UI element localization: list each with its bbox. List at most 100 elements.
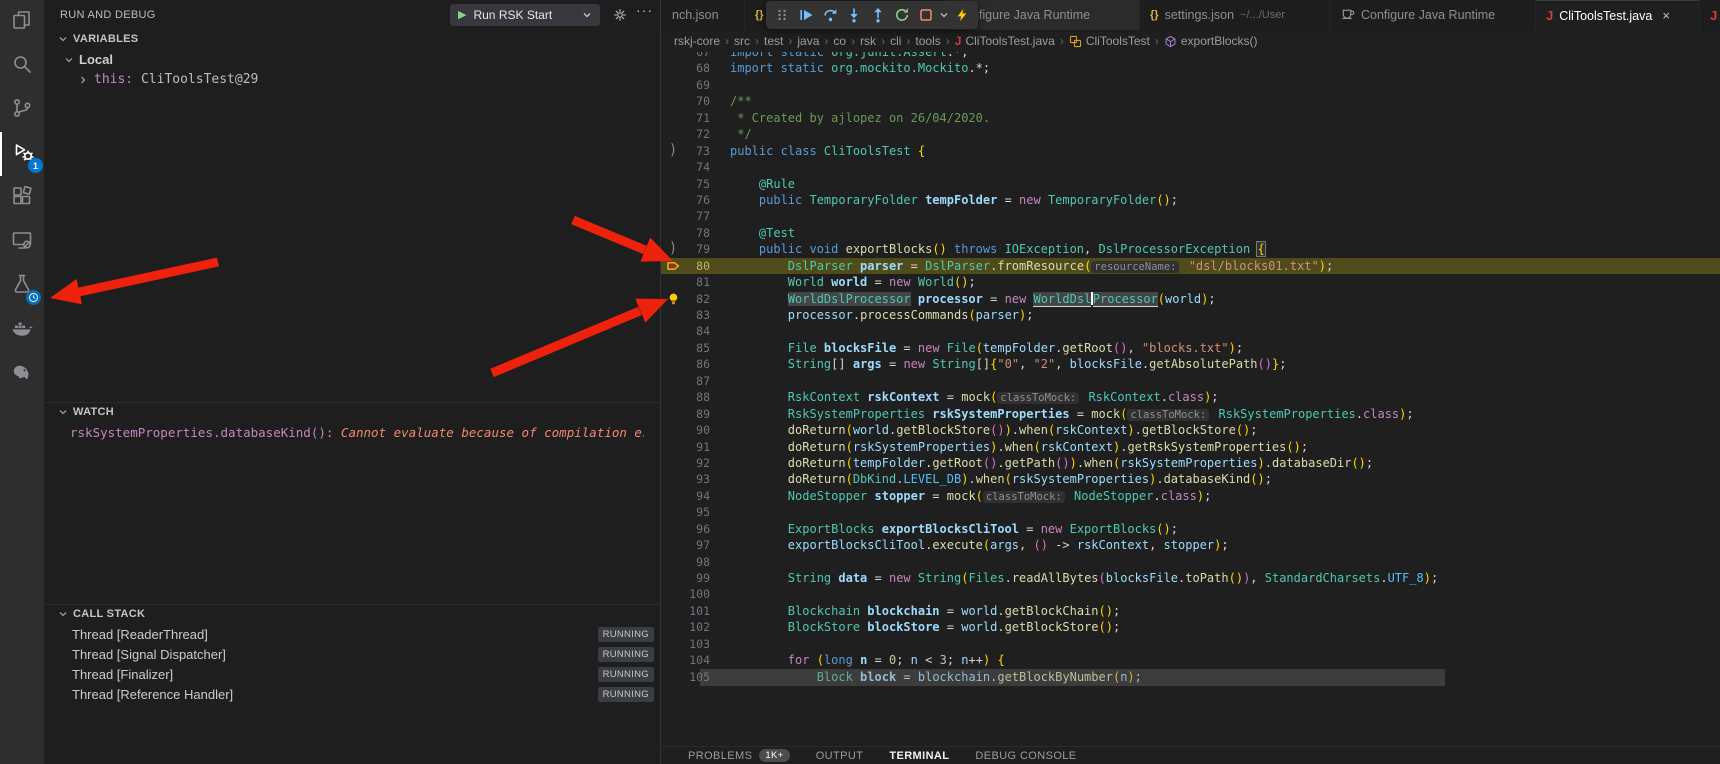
chevron-right-icon[interactable] [78,75,88,85]
code-text[interactable]: import static org.mockito.Mockito.*; [730,60,990,76]
line-number[interactable]: 102 [686,619,710,635]
code-text[interactable]: processor.processCommands(parser); [730,307,1034,323]
editor-tab-partial-6[interactable]: J [1700,0,1720,30]
gear-icon[interactable] [612,7,628,28]
code-line-68[interactable]: 68import static org.mockito.Mockito.*; [660,60,1720,76]
gutter-glyph-margin[interactable] [660,192,686,208]
code-line-75[interactable]: 75 @Rule [660,176,1720,192]
gutter-glyph-margin[interactable] [660,455,686,471]
code-line-82[interactable]: 82 WorldDslProcessor processor = new Wor… [660,291,1720,307]
code-text[interactable]: World world = new World(); [730,274,976,290]
horizontal-scrollbar[interactable] [700,669,1445,686]
line-number[interactable]: 73 [686,143,710,159]
line-number[interactable]: 72 [686,126,710,142]
line-number[interactable]: 71 [686,110,710,126]
variables-scope-local[interactable]: Local [64,52,113,67]
line-number[interactable]: 104 [686,652,710,668]
close-icon[interactable]: × [1662,8,1670,23]
watch-expression[interactable]: rskSystemProperties.databaseKind(): Cann… [70,425,644,440]
code-editor[interactable]: 67import static org.junit.Assert.*;68imp… [660,44,1720,685]
line-number[interactable]: 82 [686,291,710,307]
stop-icon[interactable] [914,3,938,27]
watch-section-header[interactable]: WATCH [58,406,114,418]
breadcrumb-item-cli[interactable]: cli [890,34,901,48]
activity-item-testing[interactable] [0,264,44,308]
code-line-77[interactable]: 77 [660,208,1720,224]
gutter-glyph-margin[interactable] [660,126,686,142]
code-line-97[interactable]: 97 exportBlocksCliTool.execute(args, () … [660,537,1720,553]
code-line-79[interactable]: )79 public void exportBlocks() throws IO… [660,241,1720,257]
gutter-glyph-margin[interactable] [660,586,686,602]
code-text[interactable]: /** [730,93,752,109]
breadcrumb-item-CliToolsTest[interactable]: CliToolsTest [1069,34,1150,48]
code-text[interactable]: * Created by ajlopez on 26/04/2020. [730,110,990,126]
stop-dropdown-icon[interactable] [938,3,950,27]
gutter-glyph-margin[interactable] [660,669,686,685]
code-line-88[interactable]: 88 RskContext rskContext = mock(classToM… [660,389,1720,405]
line-number[interactable]: 88 [686,389,710,405]
lightbulb-icon[interactable] [667,292,680,306]
code-line-81[interactable]: 81 World world = new World(); [660,274,1720,290]
code-line-71[interactable]: 71 * Created by ajlopez on 26/04/2020. [660,110,1720,126]
run-config-dropdown[interactable]: ▶ Run RSK Start [450,4,600,26]
activity-item-source-control[interactable] [0,88,44,132]
breadcrumb-item-tools[interactable]: tools [915,34,940,48]
editor-tab-CliToolsTest.java[interactable]: JCliToolsTest.java× [1536,0,1700,30]
breadcrumb-item-rskj-core[interactable]: rskj-core [674,34,720,48]
line-number[interactable]: 90 [686,422,710,438]
code-line-72[interactable]: 72 */ [660,126,1720,142]
code-line-93[interactable]: 93 doReturn(DbKind.LEVEL_DB).when(rskSys… [660,471,1720,487]
line-number[interactable]: 76 [686,192,710,208]
breadcrumb-item-java[interactable]: java [797,34,819,48]
code-line-99[interactable]: 99 String data = new String(Files.readAl… [660,570,1720,586]
gutter-glyph-margin[interactable] [660,652,686,668]
call-stack-thread-row[interactable]: Thread [Reference Handler] RUNNING [44,684,660,704]
gutter-glyph-margin[interactable] [660,110,686,126]
code-text[interactable]: doReturn(tempFolder.getRoot().getPath())… [730,455,1373,471]
line-number[interactable]: 83 [686,307,710,323]
code-text[interactable]: Blockchain blockchain = world.getBlockCh… [730,603,1120,619]
code-line-85[interactable]: 85 File blocksFile = new File(tempFolder… [660,340,1720,356]
line-number[interactable]: 86 [686,356,710,372]
code-line-102[interactable]: 102 BlockStore blockStore = world.getBlo… [660,619,1720,635]
gutter-glyph-margin[interactable] [660,406,686,422]
line-number[interactable]: 75 [686,176,710,192]
step-into-icon[interactable] [842,3,866,27]
code-line-73[interactable]: )73public class CliToolsTest { [660,143,1720,159]
code-text[interactable]: NodeStopper stopper = mock(classToMock: … [730,488,1211,504]
gutter-glyph-margin[interactable] [660,373,686,389]
breadcrumb[interactable]: rskj-core›src›test›java›co›rsk›cli›tools… [660,30,1720,52]
code-line-87[interactable]: 87 [660,373,1720,389]
more-actions-icon[interactable]: ··· [636,2,653,18]
line-number[interactable]: 91 [686,439,710,455]
code-text[interactable]: public class CliToolsTest { [730,143,925,159]
code-text[interactable]: BlockStore blockStore = world.getBlockSt… [730,619,1120,635]
breadcrumb-item-CliToolsTest-java[interactable]: JCliToolsTest.java [955,34,1055,48]
gutter-glyph-margin[interactable] [660,439,686,455]
line-number[interactable]: 84 [686,323,710,339]
code-text[interactable]: for (long n = 0; n < 3; n++) { [730,652,1005,668]
line-number[interactable]: 81 [686,274,710,290]
code-text[interactable]: WorldDslProcessor processor = new WorldD… [730,291,1216,307]
gutter-glyph-margin[interactable] [660,619,686,635]
gutter-glyph-margin[interactable] [660,488,686,504]
editor-tab-Configure Java Runtime[interactable]: Configure Java Runtime [1330,0,1536,30]
code-text[interactable]: ExportBlocks exportBlocksCliTool = new E… [730,521,1178,537]
line-number[interactable]: 70 [686,93,710,109]
line-number[interactable]: 80 [686,258,710,274]
gutter-glyph-margin[interactable] [660,340,686,356]
code-line-91[interactable]: 91 doReturn(rskSystemProperties).when(rs… [660,439,1720,455]
gutter-glyph-margin[interactable] [660,323,686,339]
continue-icon[interactable] [794,3,818,27]
code-text[interactable]: @Test [730,225,795,241]
breadcrumb-item-rsk[interactable]: rsk [860,34,876,48]
line-number[interactable]: 89 [686,406,710,422]
gutter-glyph-margin[interactable] [660,521,686,537]
line-number[interactable]: 97 [686,537,710,553]
code-line-96[interactable]: 96 ExportBlocks exportBlocksCliTool = ne… [660,521,1720,537]
gutter-glyph-margin[interactable] [660,176,686,192]
activity-item-extensions[interactable] [0,176,44,220]
step-over-icon[interactable] [818,3,842,27]
activity-item-search[interactable] [0,44,44,88]
line-number[interactable]: 87 [686,373,710,389]
